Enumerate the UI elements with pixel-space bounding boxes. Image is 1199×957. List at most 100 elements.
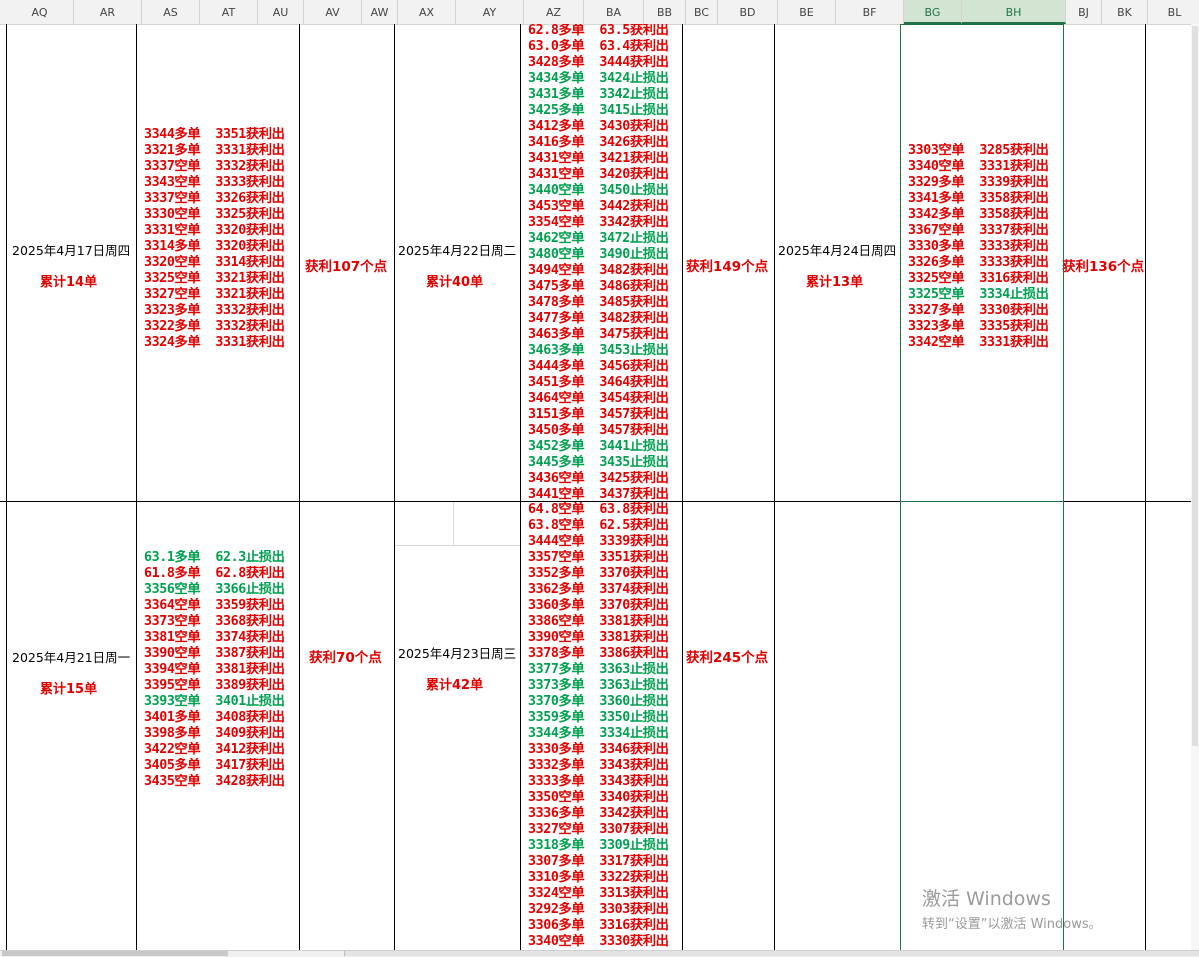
trade-entry: 3327空单 3321获利出 (144, 287, 285, 302)
column-header-au[interactable]: AU (258, 0, 304, 24)
trade-entry: 3390空单 3381获利出 (528, 630, 669, 645)
trade-entry: 3344多单 3334止损出 (528, 726, 669, 741)
trade-entry: 3453空单 3442获利出 (528, 199, 669, 214)
column-header-aw[interactable]: AW (362, 0, 398, 24)
count-cell-apr21[interactable]: 累计15单 (40, 678, 97, 697)
trade-entry: 3475多单 3486获利出 (528, 279, 669, 294)
column-header-ay[interactable]: AY (456, 0, 524, 24)
border-line (774, 24, 775, 950)
date-cell-apr23[interactable]: 2025年4月23日周三 (398, 643, 516, 662)
column-header-ar[interactable]: AR (74, 0, 142, 24)
trade-entry: 3337空单 3326获利出 (144, 191, 285, 206)
trade-entry: 3444多单 3456获利出 (528, 359, 669, 374)
trade-entry: 3422空单 3412获利出 (144, 742, 285, 757)
trade-entry: 3352多单 3370获利出 (528, 566, 669, 581)
trade-entry: 3340空单 3331获利出 (908, 159, 1049, 174)
column-header-bl[interactable]: BL (1148, 0, 1199, 24)
count-cell-apr23[interactable]: 累计42单 (426, 674, 483, 693)
column-header-bc[interactable]: BC (686, 0, 718, 24)
column-header-bj[interactable]: BJ (1066, 0, 1102, 24)
column-header-bd[interactable]: BD (718, 0, 778, 24)
trade-entry: 3320空单 3314获利出 (144, 255, 285, 270)
column-header-ax[interactable]: AX (398, 0, 456, 24)
trades-cell-apr21[interactable]: 63.1多单 62.3止损出 61.8多单 62.8获利出 3356空单 3366止… (144, 550, 285, 790)
trades-cell-apr22[interactable]: 62.8多单 63.5获利出 63.0多单 63.4获利出 3428多单 3444获… (528, 24, 669, 501)
trade-entry: 3330空单 3325获利出 (144, 207, 285, 222)
profit-cell-apr24[interactable]: 获利136个点 (1062, 255, 1144, 275)
column-header-bar: AQ AR AS AT AU AV AW AX AY AZ BA BB BC BD BE BF BG BH BJ BK… (0, 0, 1199, 25)
column-header-bk[interactable]: BK (1102, 0, 1148, 24)
trade-entry: 3412多单 3430获利出 (528, 119, 669, 134)
trade-entry: 63.8空单 62.5获利出 (528, 518, 669, 533)
trade-entry: 3336多单 3342获利出 (528, 806, 669, 821)
border-line (394, 24, 395, 950)
column-header-ba[interactable]: BA (584, 0, 644, 24)
column-header-bb[interactable]: BB (644, 0, 686, 24)
profit-cell-apr22[interactable]: 获利149个点 (686, 255, 768, 275)
column-header-bg[interactable]: BG (904, 0, 962, 24)
trade-entry: 3478多单 3485获利出 (528, 295, 669, 310)
trade-entry: 3341多单 3358获利出 (908, 191, 1049, 206)
trade-entry: 3494空单 3482获利出 (528, 263, 669, 278)
trade-entry: 3362多单 3374获利出 (528, 582, 669, 597)
trades-cell-apr17[interactable]: 3344多单 3351获利出 3321多单 3331获利出 3337空单 3332获… (144, 127, 285, 351)
trade-entry: 3322多单 3332获利出 (144, 319, 285, 334)
trade-entry: 3436空单 3425获利出 (528, 471, 669, 486)
column-header-bh[interactable]: BH (962, 0, 1066, 24)
count-cell-apr22[interactable]: 累计40单 (426, 271, 483, 290)
trade-entry: 3386空单 3381获利出 (528, 614, 669, 629)
count-cell-apr24[interactable]: 累计13单 (806, 271, 863, 290)
column-header-be[interactable]: BE (778, 0, 836, 24)
column-header-at[interactable]: AT (200, 0, 258, 24)
trade-entry: 3452多单 3441止损出 (528, 439, 669, 454)
trade-entry: 3332多单 3343获利出 (528, 758, 669, 773)
column-header-as[interactable]: AS (142, 0, 200, 24)
column-header-av[interactable]: AV (304, 0, 362, 24)
watermark-title: 激活 Windows (922, 888, 1051, 910)
trades-cell-apr23[interactable]: 64.8空单 63.8获利出 63.8空单 62.5获利出 3444空单 3339获… (528, 502, 669, 950)
trade-entry: 3306多单 3316获利出 (528, 918, 669, 933)
trade-entry: 3431空单 3420获利出 (528, 167, 669, 182)
horizontal-scroll-thumb[interactable] (344, 951, 1199, 956)
trade-entry: 3441空单 3437获利出 (528, 487, 669, 501)
date-cell-apr17[interactable]: 2025年4月17日周四 (12, 240, 130, 259)
trade-entry: 3464空单 3454获利出 (528, 391, 669, 406)
profit-cell-apr17[interactable]: 获利107个点 (305, 255, 387, 275)
profit-cell-apr21[interactable]: 获利70个点 (309, 646, 382, 666)
trade-entry: 3310多单 3322获利出 (528, 870, 669, 885)
column-header-az[interactable]: AZ (524, 0, 584, 24)
count-cell-apr17[interactable]: 累计14单 (40, 271, 97, 290)
date-cell-apr21[interactable]: 2025年4月21日周一 (12, 647, 130, 666)
date-cell-apr22[interactable]: 2025年4月22日周二 (398, 240, 516, 259)
trade-entry: 3318多单 3309止损出 (528, 838, 669, 853)
trade-entry: 3395空单 3389获利出 (144, 678, 285, 693)
profit-cell-apr23[interactable]: 获利245个点 (686, 646, 768, 666)
trade-entry: 3434多单 3424止损出 (528, 71, 669, 86)
column-header-aq[interactable]: AQ (6, 0, 74, 24)
vertical-scroll-thumb[interactable] (1192, 26, 1198, 746)
trade-entry: 3330多单 3346获利出 (528, 742, 669, 757)
windows-activation-watermark: 激活 Windows 转到“设置”以激活 Windows。 (922, 884, 1102, 932)
trade-entry: 62.8多单 63.5获利出 (528, 24, 669, 38)
trade-entry: 3357空单 3351获利出 (528, 550, 669, 565)
trade-entry: 3337空单 3332获利出 (144, 159, 285, 174)
trade-entry: 3463多单 3453止损出 (528, 343, 669, 358)
trade-entry: 3405多单 3417获利出 (144, 758, 285, 773)
trade-entry: 3390空单 3387获利出 (144, 646, 285, 661)
trade-entry: 3333多单 3343获利出 (528, 774, 669, 789)
trade-entry: 3314多单 3320获利出 (144, 239, 285, 254)
trade-entry: 3416多单 3426获利出 (528, 135, 669, 150)
trade-entry: 3373多单 3363止损出 (528, 678, 669, 693)
trade-entry: 3480空单 3490止损出 (528, 247, 669, 262)
trades-cell-apr24[interactable]: 3303空单 3285获利出 3340空单 3331获利出 3329多单 3339获… (908, 143, 1049, 351)
trade-entry: 3370多单 3360止损出 (528, 694, 669, 709)
trade-entry: 3323多单 3335获利出 (908, 319, 1049, 334)
trade-entry: 3303空单 3285获利出 (908, 143, 1049, 158)
trade-entry: 3364空单 3359获利出 (144, 598, 285, 613)
date-cell-apr24[interactable]: 2025年4月24日周四 (778, 240, 896, 259)
column-header-bf[interactable]: BF (836, 0, 904, 24)
sheet-tabs-area[interactable] (2, 951, 228, 956)
trade-entry: 3450多单 3457获利出 (528, 423, 669, 438)
trade-entry: 3393空单 3401止损出 (144, 694, 285, 709)
trade-entry: 3325空单 3321获利出 (144, 271, 285, 286)
